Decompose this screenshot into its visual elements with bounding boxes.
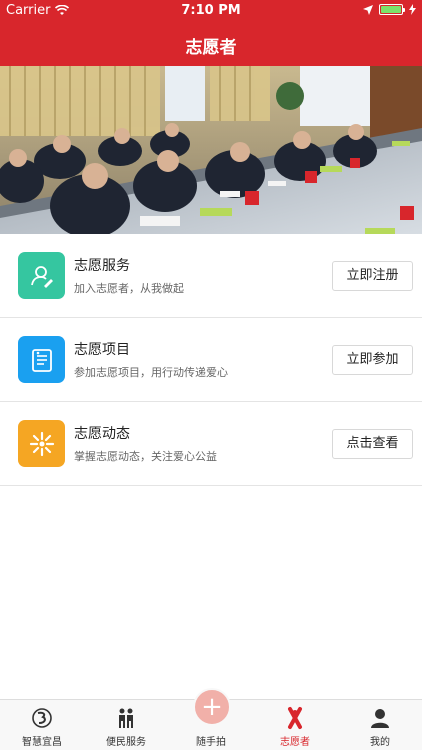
tab-convenience-services[interactable]: 便民服务 bbox=[84, 700, 168, 750]
page-title: 志愿者 bbox=[185, 38, 237, 58]
tab-label: 志愿者 bbox=[280, 737, 310, 748]
city-logo-icon bbox=[32, 708, 52, 728]
nav-bar: 志愿者 bbox=[0, 22, 422, 66]
row-subtitle: 加入志愿者，从我做起 bbox=[74, 282, 184, 295]
plus-icon: + bbox=[201, 692, 223, 722]
row-icon-container bbox=[18, 252, 65, 299]
banner-image[interactable] bbox=[0, 66, 422, 234]
user-icon bbox=[371, 709, 389, 728]
document-list-icon bbox=[31, 348, 52, 372]
list-item-volunteer-service[interactable]: 志愿服务 加入志愿者，从我做起 立即注册 bbox=[0, 234, 422, 318]
volunteer-list: 志愿服务 加入志愿者，从我做起 立即注册 志愿项目 参加志愿项目，用行动传递爱心… bbox=[0, 234, 422, 486]
list-item-volunteer-news[interactable]: 志愿动态 掌握志愿动态，关注爱心公益 点击查看 bbox=[0, 402, 422, 486]
row-icon-container bbox=[18, 420, 65, 467]
row-title: 志愿动态 bbox=[74, 426, 130, 442]
location-arrow-icon bbox=[363, 4, 373, 15]
volunteer-person-icon bbox=[30, 265, 53, 288]
people-icon bbox=[119, 708, 133, 728]
register-now-button[interactable]: 立即注册 bbox=[332, 261, 413, 291]
status-right bbox=[363, 4, 416, 15]
status-time: 7:10 PM bbox=[181, 3, 241, 18]
volunteer-ribbon-icon bbox=[288, 707, 302, 729]
tab-label: 智慧宜昌 bbox=[22, 737, 62, 748]
join-now-button[interactable]: 立即参加 bbox=[332, 345, 413, 375]
snapshot-plus-button[interactable]: + bbox=[193, 688, 231, 726]
row-title: 志愿项目 bbox=[74, 342, 130, 358]
charging-bolt-icon bbox=[409, 4, 416, 15]
meeting-photo bbox=[0, 66, 422, 234]
battery-icon bbox=[379, 4, 405, 15]
row-subtitle: 掌握志愿动态，关注爱心公益 bbox=[74, 450, 217, 463]
tab-mine[interactable]: 我的 bbox=[338, 700, 422, 750]
view-now-button[interactable]: 点击查看 bbox=[332, 429, 413, 459]
list-item-volunteer-project[interactable]: 志愿项目 参加志愿项目，用行动传递爱心 立即参加 bbox=[0, 318, 422, 402]
tab-label: 便民服务 bbox=[106, 737, 146, 748]
row-subtitle: 参加志愿项目，用行动传递爱心 bbox=[74, 366, 228, 379]
tab-label: 我的 bbox=[370, 737, 390, 748]
tab-smart-yichang[interactable]: 智慧宜昌 bbox=[0, 700, 84, 750]
row-title: 志愿服务 bbox=[74, 258, 130, 274]
status-bar: Carrier 7:10 PM bbox=[0, 0, 422, 22]
sunburst-icon bbox=[29, 431, 54, 456]
tab-volunteer[interactable]: 志愿者 bbox=[253, 700, 337, 750]
row-icon-container bbox=[18, 336, 65, 383]
tab-label: 随手拍 bbox=[196, 737, 226, 748]
